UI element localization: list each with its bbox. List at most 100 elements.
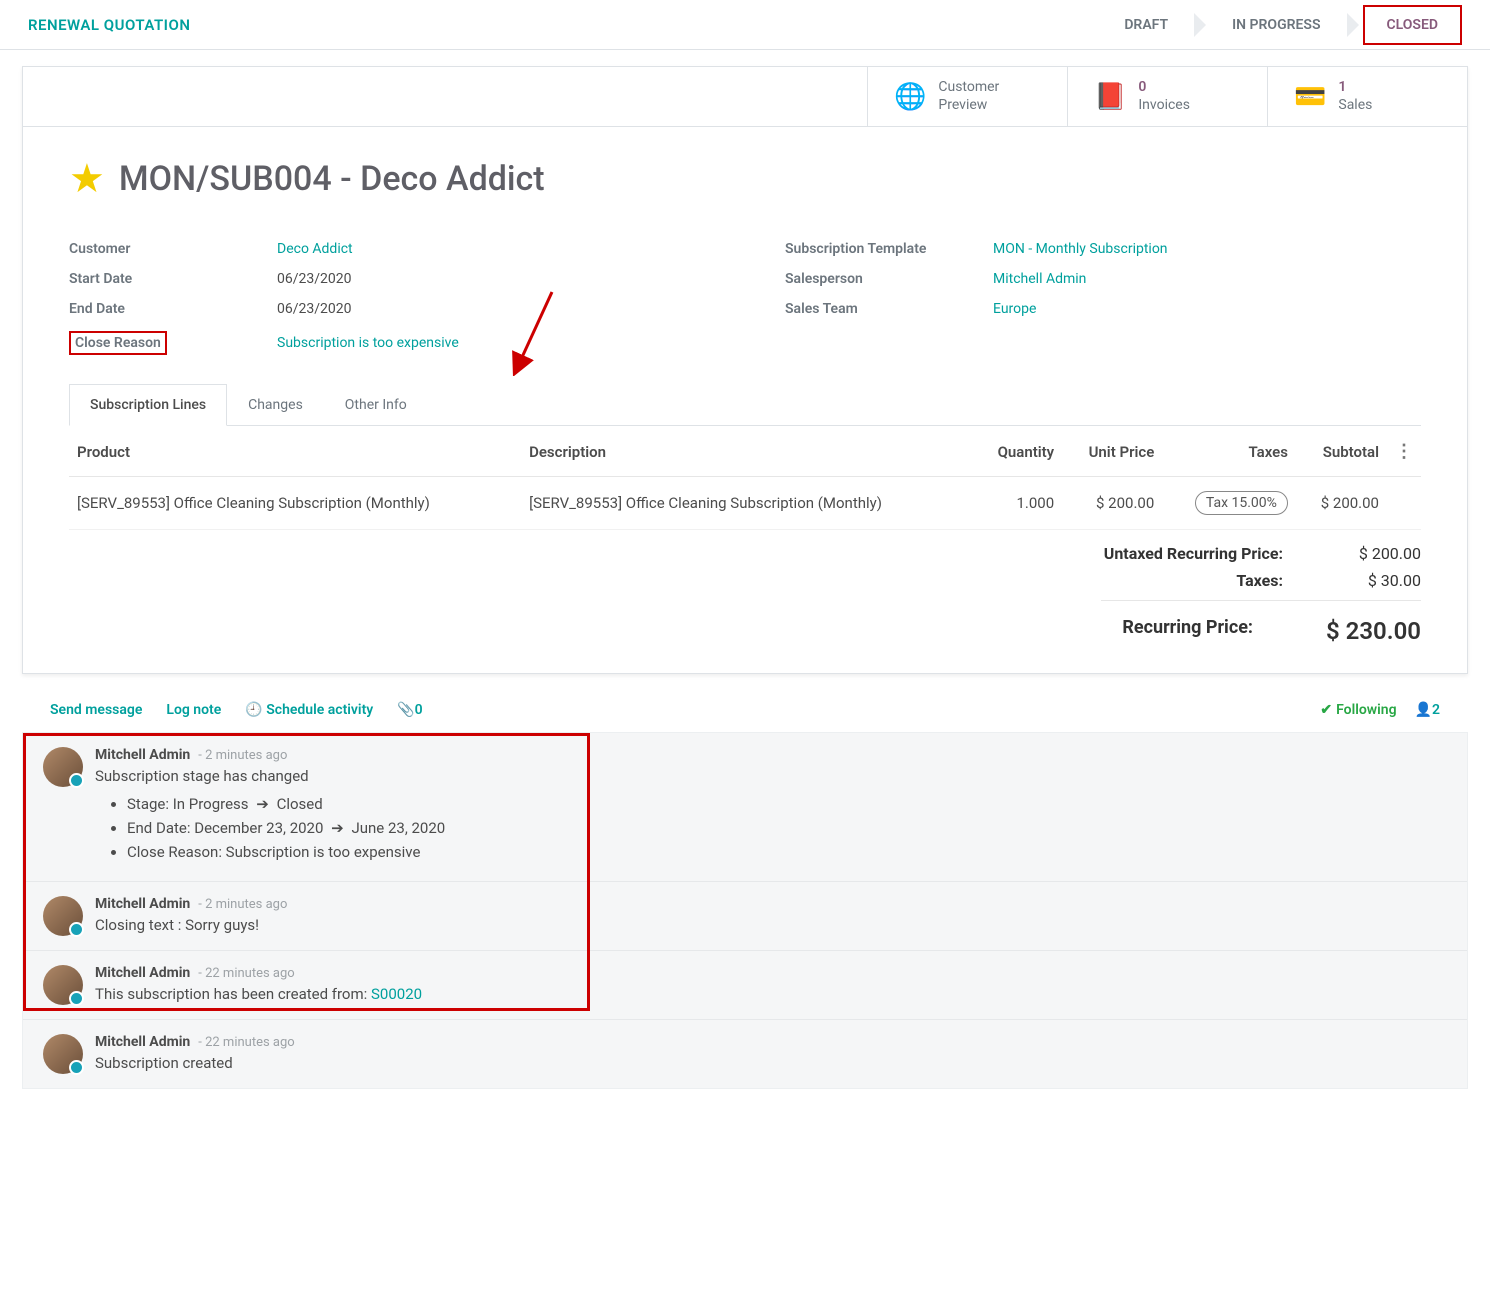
cell-product: [SERV_89553] Office Cleaning Subscriptio… bbox=[69, 477, 521, 530]
topbar: RENEWAL QUOTATION DRAFT IN PROGRESS CLOS… bbox=[0, 0, 1490, 50]
cell-qty: 1.000 bbox=[973, 477, 1062, 530]
sales-team-link[interactable]: Europe bbox=[993, 301, 1036, 317]
card-icon: 💳 bbox=[1294, 82, 1326, 112]
stat-value: 0 bbox=[1138, 79, 1190, 97]
message: Mitchell Admin - 22 minutes ago This sub… bbox=[23, 950, 1467, 1019]
field-label-close-reason: Close Reason bbox=[69, 331, 277, 355]
tabs: Subscription Lines Changes Other Info bbox=[69, 384, 1421, 426]
th-product[interactable]: Product bbox=[69, 427, 521, 477]
attachment-button[interactable]: 📎0 bbox=[397, 702, 422, 718]
value-recurring-price: $ 230.00 bbox=[1281, 617, 1421, 645]
chatter: Send message Log note 🕘 Schedule activit… bbox=[0, 674, 1490, 1103]
template-link[interactable]: MON - Monthly Subscription bbox=[993, 241, 1168, 257]
th-taxes[interactable]: Taxes bbox=[1162, 427, 1296, 477]
arrow-right-icon: ➔ bbox=[256, 795, 269, 813]
follower-count-button[interactable]: 👤2 bbox=[1415, 702, 1440, 718]
stat-label: Invoices bbox=[1138, 97, 1190, 115]
message-text: Closing text : Sorry guys! bbox=[95, 916, 1447, 934]
value-taxes: $ 30.00 bbox=[1311, 571, 1421, 590]
avatar[interactable] bbox=[43, 1034, 83, 1074]
message-timestamp: - 22 minutes ago bbox=[198, 966, 294, 981]
tab-other-info[interactable]: Other Info bbox=[324, 384, 428, 426]
globe-icon: 🌐 bbox=[894, 82, 926, 112]
tab-changes[interactable]: Changes bbox=[227, 384, 324, 426]
kebab-icon[interactable]: ⋮ bbox=[1395, 441, 1413, 462]
message: Mitchell Admin - 2 minutes ago Subscript… bbox=[23, 733, 1467, 881]
stat-label: Sales bbox=[1338, 97, 1372, 115]
table-row[interactable]: [SERV_89553] Office Cleaning Subscriptio… bbox=[69, 477, 1421, 530]
salesperson-link[interactable]: Mitchell Admin bbox=[993, 271, 1086, 287]
paperclip-icon: 📎 bbox=[397, 702, 414, 718]
cell-subtotal: $ 200.00 bbox=[1296, 477, 1387, 530]
arrow-right-icon: ➔ bbox=[331, 819, 344, 837]
message-author[interactable]: Mitchell Admin bbox=[95, 965, 190, 981]
message-timestamp: - 22 minutes ago bbox=[198, 1035, 294, 1050]
change-item: Close Reason: Subscription is too expens… bbox=[127, 843, 1447, 861]
invoices-button[interactable]: 📕 0 Invoices bbox=[1067, 67, 1267, 126]
label-untaxed: Untaxed Recurring Price: bbox=[1104, 544, 1283, 563]
message-author[interactable]: Mitchell Admin bbox=[95, 896, 190, 912]
clock-icon: 🕘 bbox=[245, 702, 262, 718]
fields: Customer Deco Addict Start Date 06/23/20… bbox=[23, 210, 1467, 366]
field-label-end-date: End Date bbox=[69, 301, 277, 317]
star-icon[interactable]: ★ bbox=[69, 155, 105, 202]
record-sheet: 🌐 Customer Preview 📕 0 Invoices 💳 1 Sale… bbox=[22, 66, 1468, 674]
subscription-lines-table: Product Description Quantity Unit Price … bbox=[69, 427, 1421, 530]
stat-label: Customer bbox=[938, 79, 999, 97]
close-reason-link[interactable]: Subscription is too expensive bbox=[277, 335, 459, 351]
source-order-link[interactable]: S00020 bbox=[371, 985, 422, 1003]
customer-link[interactable]: Deco Addict bbox=[277, 241, 353, 257]
chevron-right-icon bbox=[1347, 13, 1359, 37]
field-label-sales-team: Sales Team bbox=[785, 301, 993, 317]
schedule-activity-button[interactable]: 🕘 Schedule activity bbox=[245, 702, 373, 718]
avatar[interactable] bbox=[43, 965, 83, 1005]
sales-button[interactable]: 💳 1 Sales bbox=[1267, 67, 1467, 126]
field-label-customer: Customer bbox=[69, 241, 277, 257]
end-date-value: 06/23/2020 bbox=[277, 301, 352, 317]
message-text: Subscription stage has changed bbox=[95, 767, 1447, 785]
page-title: MON/SUB004 - Deco Addict bbox=[119, 159, 545, 199]
th-unit-price[interactable]: Unit Price bbox=[1062, 427, 1162, 477]
send-message-button[interactable]: Send message bbox=[50, 702, 142, 718]
message-author[interactable]: Mitchell Admin bbox=[95, 747, 190, 763]
renewal-quotation-button[interactable]: RENEWAL QUOTATION bbox=[28, 16, 190, 34]
stat-label: Preview bbox=[938, 97, 999, 115]
value-untaxed: $ 200.00 bbox=[1311, 544, 1421, 563]
message-author[interactable]: Mitchell Admin bbox=[95, 1034, 190, 1050]
th-description[interactable]: Description bbox=[521, 427, 973, 477]
field-label-salesperson: Salesperson bbox=[785, 271, 993, 287]
th-quantity[interactable]: Quantity bbox=[973, 427, 1062, 477]
message-timestamp: - 2 minutes ago bbox=[198, 897, 287, 912]
cell-description: [SERV_89553] Office Cleaning Subscriptio… bbox=[521, 477, 973, 530]
stage-in-progress[interactable]: IN PROGRESS bbox=[1210, 7, 1342, 43]
field-label-start-date: Start Date bbox=[69, 271, 277, 287]
change-item: End Date: December 23, 2020 ➔ June 23, 2… bbox=[127, 819, 1447, 837]
label-recurring-price: Recurring Price: bbox=[1122, 617, 1253, 645]
totals: Untaxed Recurring Price: $ 200.00 Taxes:… bbox=[23, 530, 1467, 673]
start-date-value: 06/23/2020 bbox=[277, 271, 352, 287]
stage-closed[interactable]: CLOSED bbox=[1363, 5, 1463, 45]
following-button[interactable]: Following bbox=[1320, 702, 1396, 718]
stage-draft[interactable]: DRAFT bbox=[1102, 7, 1190, 43]
message-text: This subscription has been created from:… bbox=[95, 985, 1447, 1003]
user-icon: 👤 bbox=[1415, 702, 1432, 718]
tab-subscription-lines[interactable]: Subscription Lines bbox=[69, 384, 227, 426]
avatar[interactable] bbox=[43, 747, 83, 787]
message-timestamp: - 2 minutes ago bbox=[198, 748, 287, 763]
message-list: Mitchell Admin - 2 minutes ago Subscript… bbox=[22, 732, 1468, 1089]
message: Mitchell Admin - 22 minutes ago Subscrip… bbox=[23, 1019, 1467, 1088]
book-icon: 📕 bbox=[1094, 82, 1126, 112]
tax-chip: Tax 15.00% bbox=[1195, 491, 1288, 515]
change-item: Stage: In Progress ➔ Closed bbox=[127, 795, 1447, 813]
message-text: Subscription created bbox=[95, 1054, 1447, 1072]
stat-value: 1 bbox=[1338, 79, 1372, 97]
label-taxes: Taxes: bbox=[1236, 571, 1283, 590]
th-subtotal[interactable]: Subtotal bbox=[1296, 427, 1387, 477]
customer-preview-button[interactable]: 🌐 Customer Preview bbox=[867, 67, 1067, 126]
log-note-button[interactable]: Log note bbox=[166, 702, 221, 718]
avatar[interactable] bbox=[43, 896, 83, 936]
stat-row: 🌐 Customer Preview 📕 0 Invoices 💳 1 Sale… bbox=[23, 67, 1467, 127]
status-stages: DRAFT IN PROGRESS CLOSED bbox=[1102, 5, 1462, 45]
chevron-right-icon bbox=[1194, 13, 1206, 37]
field-label-template: Subscription Template bbox=[785, 241, 993, 257]
